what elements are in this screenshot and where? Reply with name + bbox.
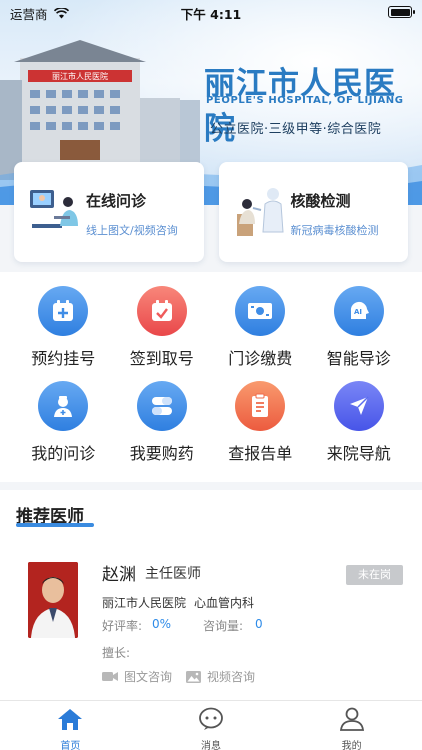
ai-head-icon: AI <box>333 286 384 336</box>
tab-messages[interactable]: 消息 <box>141 701 282 750</box>
building-sign: 丽江市人民医院 <box>52 71 108 81</box>
online-consult-illustration-icon <box>30 190 78 228</box>
text-consult-service[interactable]: 图文咨询 <box>102 668 172 685</box>
home-icon <box>58 709 83 730</box>
tab-profile[interactable]: 我的 <box>281 701 422 750</box>
rating-label: 好评率: <box>102 619 143 633</box>
specialty-label: 擅长: <box>102 646 131 660</box>
calendar-check-icon <box>136 286 187 336</box>
money-icon <box>235 286 286 336</box>
consult-count-label: 咨询量: <box>203 619 244 633</box>
video-consult-label: 视频咨询 <box>207 670 256 684</box>
image-icon <box>186 670 201 683</box>
online-consult-title: 在线问诊 <box>86 192 147 210</box>
grid-item-payment[interactable]: 门诊缴费 <box>219 286 301 381</box>
tab-home-label: 首页 <box>60 741 81 750</box>
text-consult-label: 图文咨询 <box>124 670 173 684</box>
doctor-name: 赵渊 <box>102 565 136 585</box>
nucleic-test-card[interactable]: 核酸检测 新冠病毒核酸检测 <box>218 162 408 262</box>
hospital-subtitle: 公立医院·三级甲等·综合医院 <box>210 122 382 137</box>
nucleic-test-title: 核酸检测 <box>290 192 351 210</box>
grid-label-appointment: 预约挂号 <box>31 349 96 368</box>
service-cards: 在线问诊 线上图文/视频咨询 核酸检测 新冠病毒核酸检测 <box>14 162 408 262</box>
battery-icon <box>388 6 415 18</box>
grid-label-buy-medicine: 我要购药 <box>129 444 194 463</box>
function-grid: 预约挂号 签到取号 门诊缴费 AI 智能导诊 我的问诊 我要购药 查报告单 来院… <box>0 272 422 482</box>
video-consult-service[interactable]: 视频咨询 <box>186 668 255 685</box>
function-grid-row-1: 预约挂号 签到取号 门诊缴费 AI 智能导诊 <box>0 286 422 381</box>
rating-value: 0% <box>152 617 172 631</box>
doctor-icon <box>38 381 89 431</box>
hospital-title-en: PEOPLE'S HOSPITAL, OF LIJIANG <box>206 95 404 106</box>
nucleic-test-subtitle: 新冠病毒核酸检测 <box>290 224 379 237</box>
tab-home[interactable]: 首页 <box>0 701 141 750</box>
app-screen: 丽江市人民医院 丽江市人民医院 PEOPLE'S HOSPITAL, OF LI… <box>0 0 422 750</box>
tab-profile-label: 我的 <box>341 741 362 750</box>
status-time: 下午 4:11 <box>180 7 242 22</box>
section-underline <box>16 523 94 527</box>
nucleic-test-illustration-icon <box>236 188 284 236</box>
doctor-title: 主任医师 <box>145 566 201 582</box>
calendar-plus-icon <box>38 286 89 336</box>
grid-label-report: 查报告单 <box>228 444 293 463</box>
grid-label-checkin: 签到取号 <box>129 349 194 368</box>
grid-label-payment: 门诊缴费 <box>228 349 293 368</box>
recommended-doctors-section: 推荐医师 赵渊 主任医师 未在岗 丽江市人民医院 心血管内科 好评率: 0% 咨… <box>0 490 422 700</box>
grid-item-my-consult[interactable]: 我的问诊 <box>22 381 104 476</box>
grid-item-ai-guide[interactable]: AI 智能导诊 <box>318 286 400 381</box>
message-icon <box>199 707 223 730</box>
doctor-status-badge: 未在岗 <box>346 565 403 585</box>
grid-label-ai-guide: 智能导诊 <box>326 349 391 368</box>
doctor-hospital: 丽江市人民医院 <box>102 596 187 610</box>
grid-label-navigation: 来院导航 <box>326 444 391 463</box>
consult-count-value: 0 <box>255 617 263 631</box>
svg-text:AI: AI <box>354 308 362 316</box>
doctor-avatar <box>28 562 78 638</box>
online-consult-card[interactable]: 在线问诊 线上图文/视频咨询 <box>14 162 204 262</box>
online-consult-subtitle: 线上图文/视频咨询 <box>86 224 178 237</box>
grid-item-report[interactable]: 查报告单 <box>219 381 301 476</box>
pill-icon <box>136 381 187 431</box>
function-grid-row-2: 我的问诊 我要购药 查报告单 来院导航 <box>0 381 422 476</box>
bottom-tab-bar: 首页 消息 我的 <box>0 700 422 750</box>
grid-item-checkin[interactable]: 签到取号 <box>121 286 203 381</box>
navigation-icon <box>333 381 384 431</box>
grid-item-appointment[interactable]: 预约挂号 <box>22 286 104 381</box>
video-camera-icon <box>102 672 118 681</box>
grid-item-buy-medicine[interactable]: 我要购药 <box>121 381 203 476</box>
grid-item-navigation[interactable]: 来院导航 <box>318 381 400 476</box>
tab-messages-label: 消息 <box>201 741 221 750</box>
status-bar: 运营商 下午 4:11 <box>0 0 422 24</box>
doctor-department: 心血管内科 <box>194 596 255 610</box>
report-icon <box>235 381 286 431</box>
grid-label-my-consult: 我的问诊 <box>31 444 96 463</box>
user-icon <box>339 707 364 731</box>
